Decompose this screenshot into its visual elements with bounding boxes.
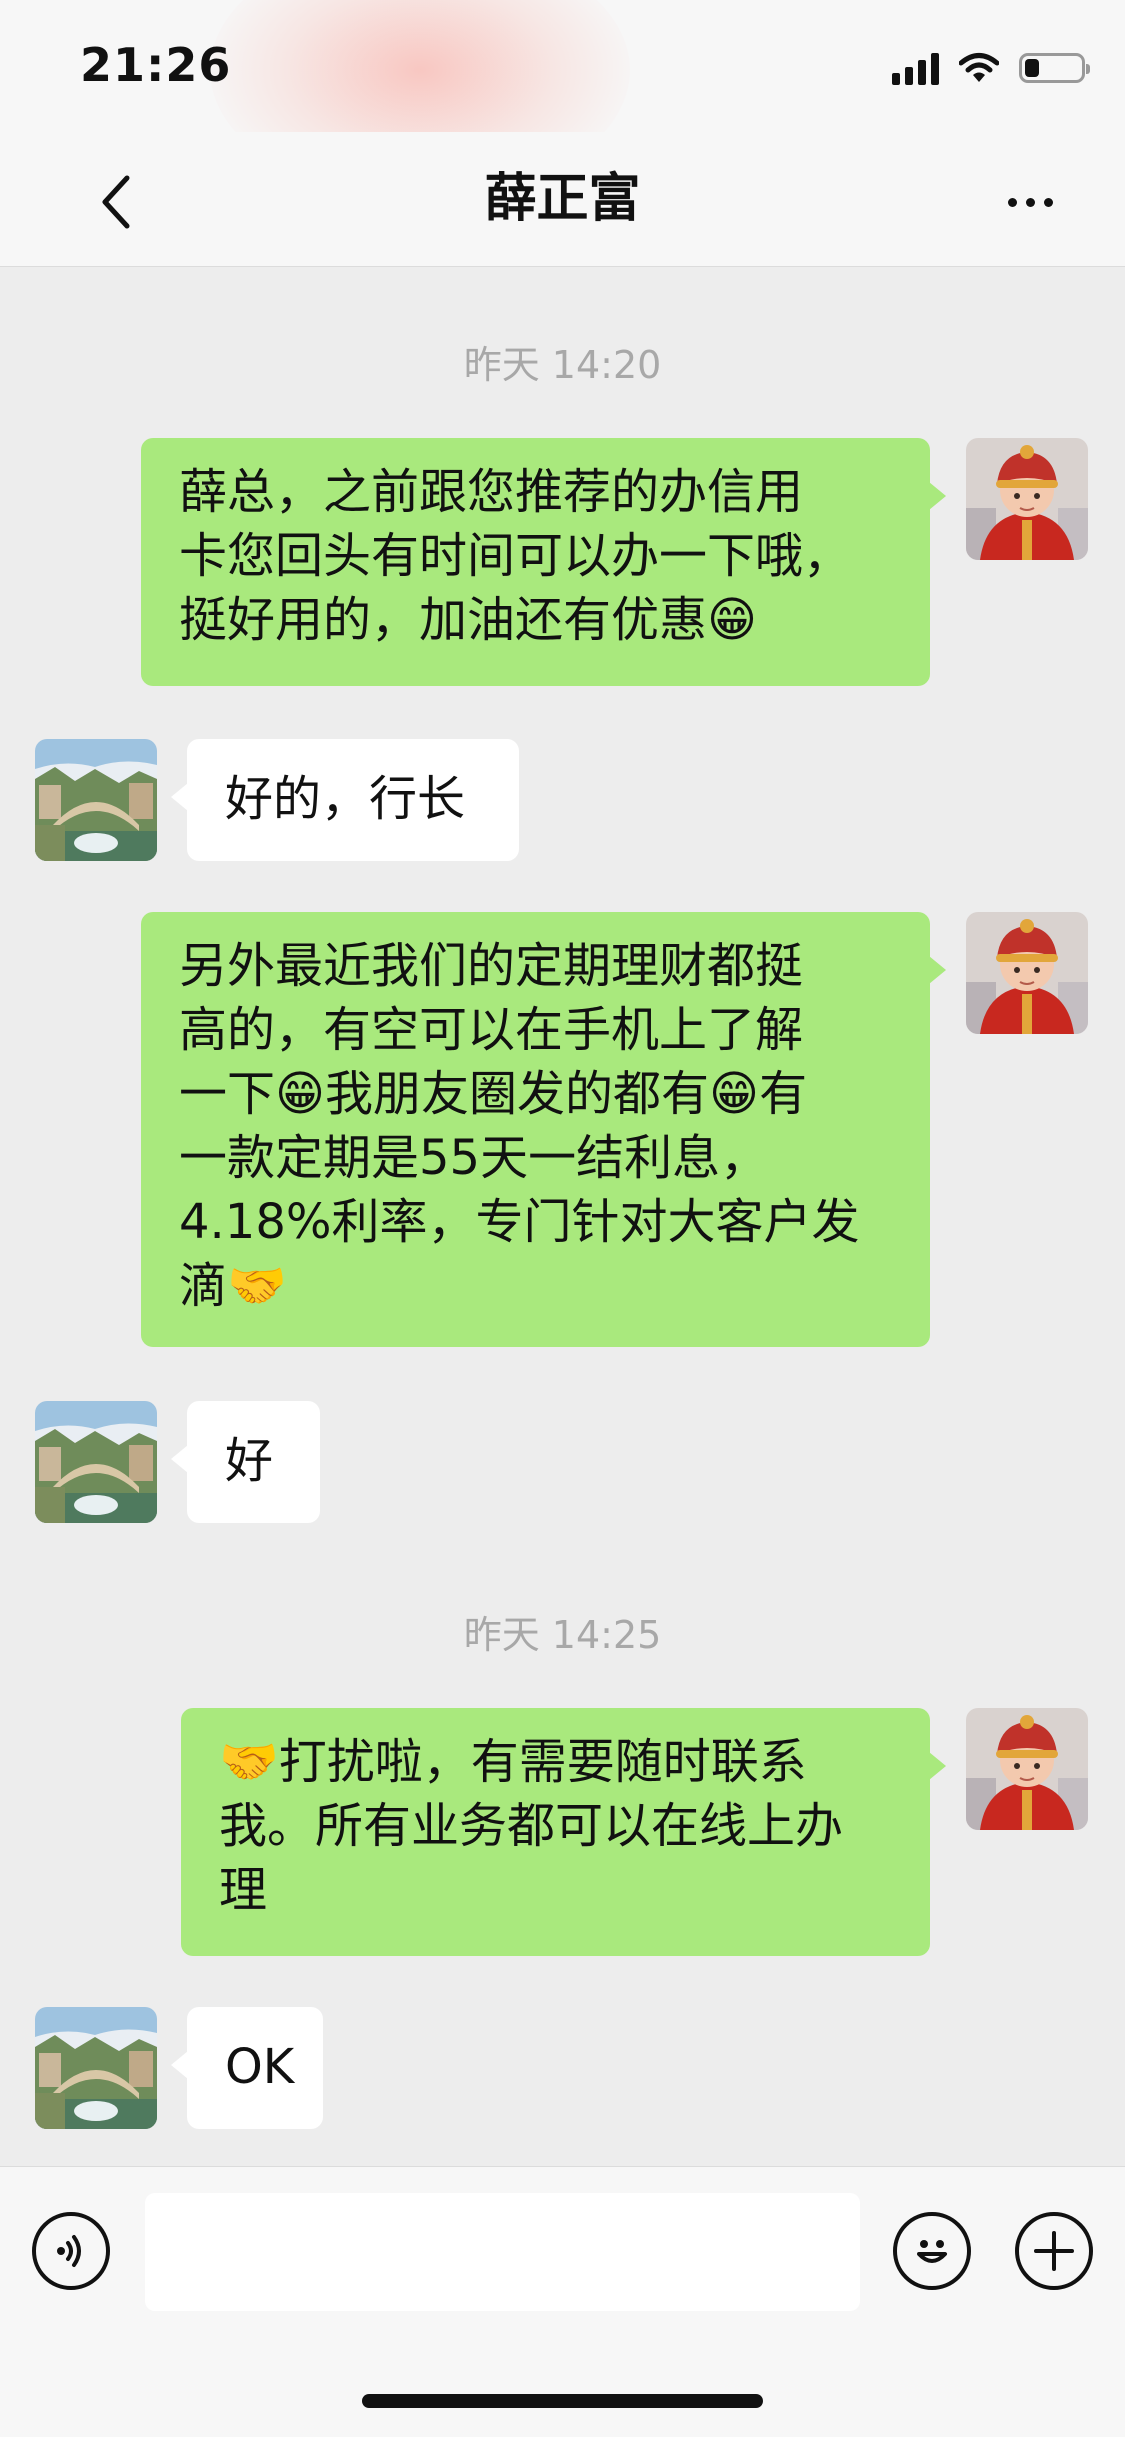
signal-icon (892, 51, 939, 85)
plus-button[interactable] (1015, 2212, 1093, 2290)
incoming-message[interactable]: 好的，行长 (171, 739, 519, 861)
my-avatar[interactable] (966, 438, 1088, 560)
wifi-icon (959, 53, 999, 82)
message-input[interactable] (145, 2193, 860, 2311)
timestamp: 昨天 14:25 (463, 1613, 662, 1657)
contact-avatar[interactable] (35, 2007, 157, 2129)
more-options-button[interactable] (995, 177, 1065, 227)
chat-area[interactable]: 昨天 14:20 薛总，之前跟您推荐的办信用 卡您回头有时间可以办一下哦， 挺好… (0, 267, 1125, 2166)
baby-avatar-image (966, 438, 1088, 560)
outgoing-message[interactable]: 薛总，之前跟您推荐的办信用 卡您回头有时间可以办一下哦， 挺好用的，加油还有优惠… (141, 438, 946, 686)
status-icons (892, 48, 1090, 88)
battery-icon (1019, 53, 1090, 83)
incoming-message[interactable]: 好 (171, 1401, 320, 1523)
outgoing-message[interactable]: 🤝打扰啦，有需要随时联系 我。所有业务都可以在线上办 理 (181, 1708, 946, 1956)
bridge-avatar-image (35, 739, 157, 861)
emoji-icon (917, 2240, 947, 2263)
nav-bar: 薛正富 (0, 132, 1125, 267)
emoji-button[interactable] (893, 2212, 971, 2290)
timestamp: 昨天 14:20 (463, 343, 662, 387)
voice-icon (57, 2235, 81, 2267)
status-bar: 21:26 (0, 0, 1125, 200)
status-time: 21:26 (80, 38, 232, 92)
bridge-avatar-image (35, 1401, 157, 1523)
my-avatar[interactable] (966, 1708, 1088, 1830)
plus-icon (1034, 2231, 1074, 2271)
incoming-message[interactable]: OK (171, 2007, 323, 2129)
my-avatar[interactable] (966, 912, 1088, 1034)
baby-avatar-image (966, 1708, 1088, 1830)
bridge-avatar-image (35, 2007, 157, 2129)
chat-title: 薛正富 (484, 169, 641, 229)
home-indicator (362, 2394, 763, 2408)
contact-avatar[interactable] (35, 1401, 157, 1523)
dot-icon (1043, 197, 1053, 207)
dot-icon (1007, 197, 1017, 207)
baby-avatar-image (966, 912, 1088, 1034)
voice-button[interactable] (32, 2212, 110, 2290)
contact-avatar[interactable] (35, 739, 157, 861)
outgoing-message[interactable]: 另外最近我们的定期理财都挺 高的，有空可以在手机上了解 一下😁我朋友圈发的都有😁… (141, 912, 946, 1347)
battery-level (1025, 59, 1039, 77)
dot-icon (1025, 197, 1035, 207)
